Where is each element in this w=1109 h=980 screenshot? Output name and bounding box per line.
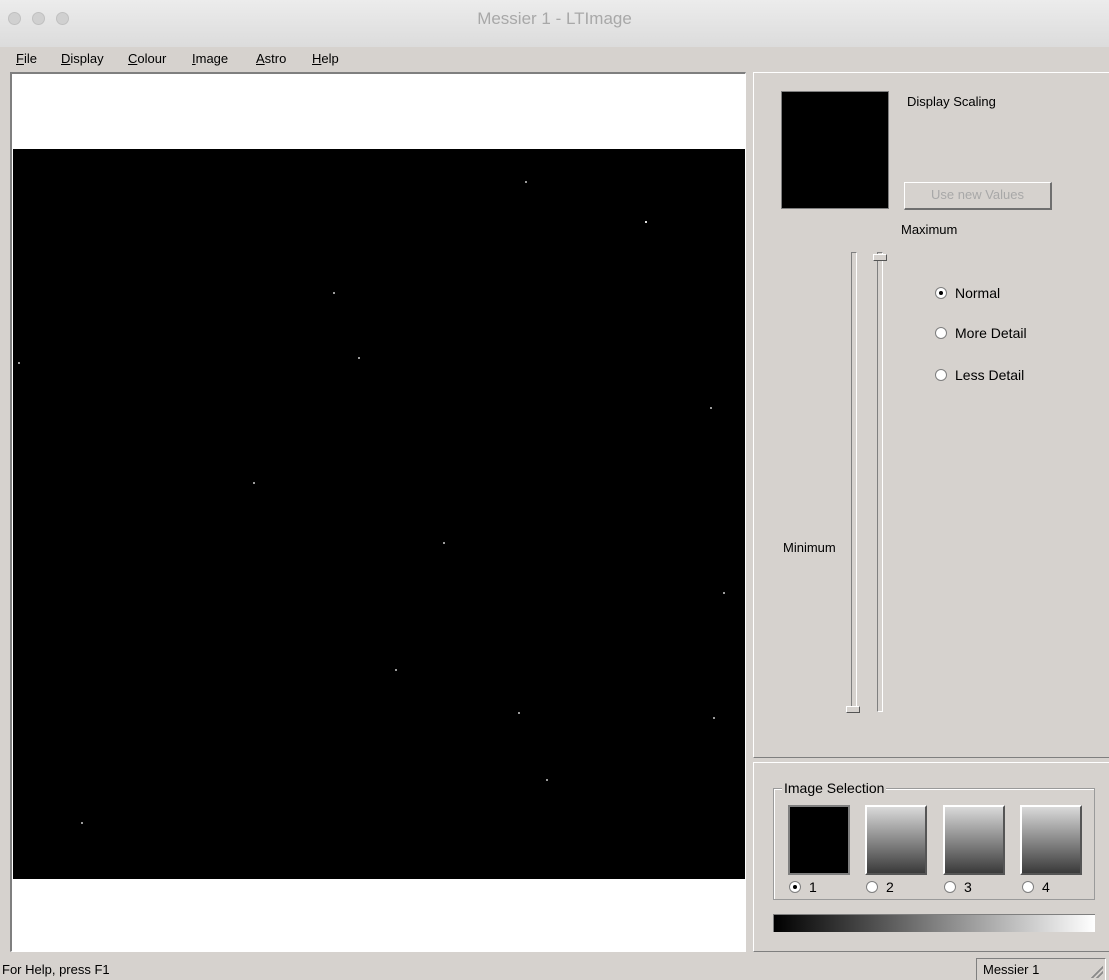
menu-display-label: isplay [70, 51, 104, 66]
menu-colour-label: olour [137, 51, 167, 66]
use-new-values-button[interactable]: Use new Values [904, 182, 1052, 210]
star-point [395, 669, 397, 671]
star-point [546, 779, 548, 781]
image-selection-title: Image Selection [782, 780, 887, 796]
menu-help-mnemonic: H [312, 51, 322, 66]
image-view[interactable] [10, 72, 746, 952]
display-preview-thumbnail [781, 91, 889, 209]
menu-astro-mnemonic: A [256, 51, 265, 66]
menu-astro[interactable]: Astro [256, 51, 286, 66]
menu-help-label: elp [321, 51, 339, 66]
image-select-option-2[interactable]: 2 [866, 879, 894, 895]
grayscale-colour-bar [773, 914, 1095, 932]
image-select-label-2: 2 [886, 879, 894, 895]
menu-image-label: mage [195, 51, 229, 66]
mode-less-detail-option[interactable]: Less Detail [935, 367, 1024, 383]
mode-normal-label: Normal [955, 285, 1001, 301]
radio-normal[interactable] [935, 287, 947, 299]
star-point [713, 717, 715, 719]
maximum-slider-track[interactable] [877, 252, 883, 712]
menu-help[interactable]: Help [312, 51, 339, 66]
mode-more-detail-label: More Detail [955, 325, 1027, 341]
minimum-slider-track[interactable] [851, 252, 857, 712]
status-pane-label: Messier 1 [983, 962, 1040, 977]
display-scaling-title: Display Scaling [907, 94, 996, 109]
image-select-label-1: 1 [809, 879, 817, 895]
astronomical-image[interactable] [13, 149, 745, 879]
status-bar: For Help, press F1 [0, 954, 1109, 980]
menu-file-mnemonic: F [16, 51, 24, 66]
mode-more-detail-option[interactable]: More Detail [935, 325, 1027, 341]
menu-astro-label: stro [264, 51, 287, 66]
star-point [253, 482, 255, 484]
radio-image-3[interactable] [944, 881, 956, 893]
star-point [518, 712, 520, 714]
image-thumbnail-4[interactable] [1020, 805, 1082, 875]
image-select-option-3[interactable]: 3 [944, 879, 972, 895]
menu-bar: File Display Colour Image Astro Help [0, 47, 1109, 71]
title-bar: Messier 1 - LTImage [0, 0, 1109, 48]
menu-display-mnemonic: D [61, 51, 71, 66]
maximum-label: Maximum [901, 222, 958, 237]
star-point [525, 181, 527, 183]
radio-more-detail[interactable] [935, 327, 947, 339]
status-help-text: For Help, press F1 [2, 962, 110, 977]
image-thumbnail-3[interactable] [943, 805, 1005, 875]
image-select-option-1[interactable]: 1 [789, 879, 817, 895]
star-point [645, 221, 647, 223]
image-thumbnail-2[interactable] [865, 805, 927, 875]
menu-colour-mnemonic: C [128, 51, 138, 66]
image-select-label-4: 4 [1042, 879, 1050, 895]
image-thumbnail-1[interactable] [788, 805, 850, 875]
window-title: Messier 1 - LTImage [477, 9, 632, 28]
menu-colour[interactable]: Colour [128, 51, 166, 66]
star-point [333, 292, 335, 294]
menu-file-label: ile [23, 51, 37, 66]
image-select-option-4[interactable]: 4 [1022, 879, 1050, 895]
radio-image-4[interactable] [1022, 881, 1034, 893]
minimum-slider-handle[interactable] [846, 706, 860, 713]
menu-display[interactable]: Display [61, 51, 104, 66]
minimum-label: Minimum [783, 540, 836, 555]
image-select-label-3: 3 [964, 879, 972, 895]
radio-less-detail[interactable] [935, 369, 947, 381]
mode-normal-option[interactable]: Normal [935, 285, 1000, 301]
radio-image-1[interactable] [789, 881, 801, 893]
star-point [81, 822, 83, 824]
star-point [723, 592, 725, 594]
star-point [443, 542, 445, 544]
menu-image[interactable]: Image [192, 51, 228, 66]
resize-grip-icon[interactable] [1091, 966, 1103, 978]
star-point [710, 407, 712, 409]
maximum-slider-handle[interactable] [873, 254, 887, 261]
star-point [18, 362, 20, 364]
status-pane-image-name: Messier 1 [976, 958, 1106, 980]
star-point [358, 357, 360, 359]
radio-image-2[interactable] [866, 881, 878, 893]
mode-less-detail-label: Less Detail [955, 367, 1025, 383]
menu-file[interactable]: File [16, 51, 37, 66]
